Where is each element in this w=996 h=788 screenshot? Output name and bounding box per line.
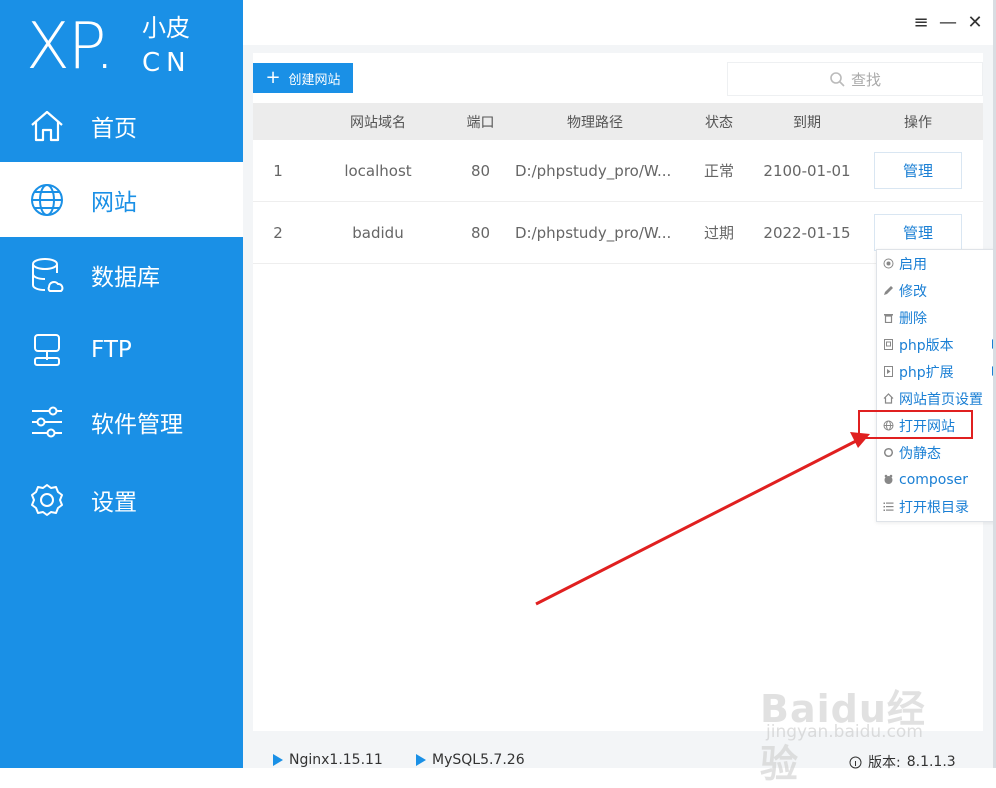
row-index: 2 [273,223,283,242]
logo-domain: CN [142,48,192,78]
nav-item-settings[interactable]: 设置 [0,462,243,537]
app-logo: XP. 小皮 CN [26,8,226,88]
status-bar: Nginx1.15.11 MySQL5.7.26 版本: 8.1.1.3 [243,748,993,771]
composer-icon [882,474,894,486]
menu-item-php-ext[interactable]: php扩展 [877,358,996,385]
version-info: 版本: 8.1.1.3 [849,752,956,772]
search-icon [830,72,845,87]
row-expire: 2022-01-15 [763,223,851,242]
sidebar: XP. 小皮 CN 首页 网站 数据库 FTP 软件管理 设置 [0,0,243,768]
list-icon [882,501,894,513]
trash-icon [882,312,894,324]
header-status: 状态 [705,114,733,131]
menu-label-delete: 删除 [899,310,927,327]
header-expire: 到期 [793,114,821,131]
annotation-highlight-box [858,410,973,439]
create-website-label: 创建网站 [288,72,341,88]
context-menu: 启用 修改 删除 php版本 php扩展 网站首页设置 打开网站 伪静态 com… [876,249,996,522]
version-label: 版本: [868,755,901,771]
header-path: 物理路径 [567,114,623,131]
mysql-status[interactable]: MySQL5.7.26 [416,752,525,768]
nginx-label: Nginx1.15.11 [289,752,383,768]
row-expire: 2100-01-01 [763,161,851,180]
nav-label-software: 软件管理 [91,411,183,438]
website-table: 网站域名 端口 物理路径 状态 到期 操作 1 localhost 80 D:/… [253,103,983,264]
menu-label-open-root: 打开根目录 [899,499,969,516]
menu-item-composer[interactable]: composer [877,466,996,493]
nav-item-software[interactable]: 软件管理 [0,384,243,459]
row-status: 正常 [703,162,734,180]
sliders-icon [27,402,67,442]
minimize-button[interactable]: — [936,10,960,34]
close-button[interactable]: ✕ [963,10,987,34]
globe-icon [27,180,67,220]
row-action-cell: 管理 [873,140,963,201]
logo-text: XP. [26,10,115,84]
radio-icon [882,258,894,270]
plus-icon: + [265,67,281,88]
info-icon [849,756,862,768]
menu-item-rewrite[interactable]: 伪静态 [877,439,996,466]
row-port: 80 [470,161,491,180]
menu-label-rewrite: 伪静态 [899,445,941,462]
home-icon [27,106,67,146]
nav-label-home: 首页 [91,115,137,142]
nginx-status[interactable]: Nginx1.15.11 [273,752,383,768]
manage-button[interactable]: 管理 [874,152,962,189]
header-action: 操作 [904,114,932,131]
table-row[interactable]: 2 badidu 80 D:/phpstudy_pro/W... 过期 2022… [253,202,983,264]
header-port: 端口 [466,114,495,131]
row-path: D:/phpstudy_pro/W... [515,223,672,242]
nav-label-ftp: FTP [91,336,132,363]
house-icon [882,393,894,405]
row-port: 80 [470,223,491,242]
menu-item-enable[interactable]: 启用 [877,250,996,277]
menu-label-php-version: php版本 [899,337,954,354]
title-bar: ≡ — ✕ [243,0,993,45]
menu-label-homepage-settings: 网站首页设置 [899,391,983,408]
php-file-icon [882,339,894,351]
menu-icon[interactable]: ≡ [909,10,933,34]
ftp-icon [27,330,67,370]
play-icon [273,754,283,766]
content-area: + 创建网站 查找 网站域名 端口 物理路径 状态 到期 操作 1 localh… [253,53,983,731]
row-status: 过期 [703,224,734,242]
menu-label-enable: 启用 [899,256,927,273]
menu-item-edit[interactable]: 修改 [877,277,996,304]
table-row[interactable]: 1 localhost 80 D:/phpstudy_pro/W... 正常 2… [253,140,983,202]
refresh-icon [882,447,894,459]
play-icon [416,754,426,766]
menu-item-delete[interactable]: 删除 [877,304,996,331]
nav-item-ftp[interactable]: FTP [0,312,243,387]
row-index: 1 [273,161,283,180]
menu-item-homepage-settings[interactable]: 网站首页设置 [877,385,996,412]
database-icon [27,255,67,295]
row-path: D:/phpstudy_pro/W... [515,161,672,180]
php-ext-icon [882,366,894,378]
nav-label-settings: 设置 [91,489,137,516]
menu-item-php-version[interactable]: php版本 [877,331,996,358]
pencil-icon [882,285,894,297]
gear-icon [27,480,67,520]
menu-label-composer: composer [899,471,969,488]
row-domain: localhost [344,161,412,180]
mysql-label: MySQL5.7.26 [432,752,525,768]
nav-label-website: 网站 [91,189,137,216]
nav-label-database: 数据库 [91,264,160,291]
nav-item-home[interactable]: 首页 [0,88,243,163]
row-domain: badidu [352,223,404,242]
menu-label-php-ext: php扩展 [899,364,954,381]
search-input[interactable]: 查找 [727,62,983,96]
search-placeholder: 查找 [850,70,881,89]
menu-label-edit: 修改 [899,283,927,300]
header-domain: 网站域名 [350,114,406,131]
manage-button[interactable]: 管理 [874,214,962,251]
nav-item-database[interactable]: 数据库 [0,237,243,312]
create-website-button[interactable]: + 创建网站 [253,63,353,93]
menu-item-open-root[interactable]: 打开根目录 [877,493,996,520]
nav-item-website[interactable]: 网站 [0,162,243,237]
logo-subtitle: 小皮 [142,14,190,42]
table-header: 网站域名 端口 物理路径 状态 到期 操作 [253,103,983,140]
